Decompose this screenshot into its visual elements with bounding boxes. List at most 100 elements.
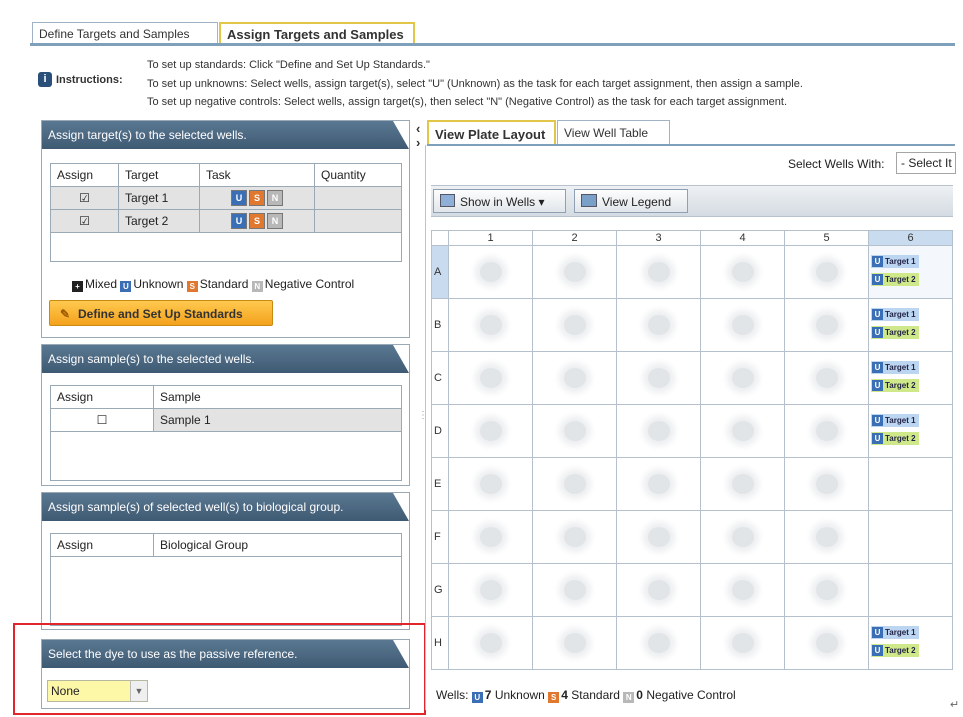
target-1-checkbox[interactable]: ☑	[50, 186, 119, 210]
well-D1[interactable]	[448, 404, 533, 458]
well-F3[interactable]	[616, 510, 701, 564]
column-header-6[interactable]: 6	[868, 230, 953, 246]
well-E5[interactable]	[784, 457, 869, 511]
column-header-5[interactable]: 5	[784, 230, 869, 246]
well-D2[interactable]	[532, 404, 617, 458]
column-header-4[interactable]: 4	[700, 230, 785, 246]
well-B5[interactable]	[784, 298, 869, 352]
well-A2[interactable]	[532, 245, 617, 299]
well-A6[interactable]: U Target 1 U Target 2	[868, 245, 953, 299]
empty-well-marker	[480, 368, 502, 388]
well-B4[interactable]	[700, 298, 785, 352]
well-H3[interactable]	[616, 616, 701, 670]
well-E3[interactable]	[616, 457, 701, 511]
standards-wand-icon: ✎	[60, 307, 71, 321]
well-G4[interactable]	[700, 563, 785, 617]
well-E4[interactable]	[700, 457, 785, 511]
well-B1[interactable]	[448, 298, 533, 352]
row-header-D[interactable]: D	[431, 404, 449, 458]
table-row[interactable]: ☑ Target 1 USN	[50, 186, 402, 210]
empty-well-marker	[564, 633, 586, 653]
splitter-handle[interactable]: ⋮	[418, 410, 428, 421]
well-G1[interactable]	[448, 563, 533, 617]
column-header-1[interactable]: 1	[448, 230, 533, 246]
well-C2[interactable]	[532, 351, 617, 405]
view-legend-button[interactable]: View Legend	[574, 189, 688, 213]
well-H5[interactable]	[784, 616, 869, 670]
well-D4[interactable]	[700, 404, 785, 458]
task-unknown-button[interactable]: U	[231, 213, 247, 229]
well-target-chip: U Target 2	[871, 273, 919, 286]
column-header-3[interactable]: 3	[616, 230, 701, 246]
quantity-cell[interactable]	[314, 209, 402, 233]
row-header-F[interactable]: F	[431, 510, 449, 564]
select-wells-dropdown[interactable]: - Select It	[896, 152, 956, 174]
define-setup-standards-button[interactable]: ✎ Define and Set Up Standards	[49, 300, 273, 326]
well-E1[interactable]	[448, 457, 533, 511]
well-G3[interactable]	[616, 563, 701, 617]
well-A5[interactable]	[784, 245, 869, 299]
well-D6[interactable]: U Target 1 U Target 2	[868, 404, 953, 458]
row-header-A[interactable]: A	[431, 245, 449, 299]
standard-label: Standard	[571, 688, 620, 702]
quantity-cell[interactable]	[314, 186, 402, 210]
well-target-label: Target 1	[885, 363, 916, 372]
table-row[interactable]: ☑ Target 2 USN	[50, 209, 402, 233]
sample-1-checkbox[interactable]: ☐	[50, 408, 154, 432]
well-A4[interactable]	[700, 245, 785, 299]
task-negative-button[interactable]: N	[267, 190, 283, 206]
column-header-2[interactable]: 2	[532, 230, 617, 246]
well-G2[interactable]	[532, 563, 617, 617]
well-H4[interactable]	[700, 616, 785, 670]
row-header-B[interactable]: B	[431, 298, 449, 352]
well-C3[interactable]	[616, 351, 701, 405]
well-G5[interactable]	[784, 563, 869, 617]
row-header-G[interactable]: G	[431, 563, 449, 617]
tab-view-well-table[interactable]: View Well Table	[557, 120, 670, 145]
well-A1[interactable]	[448, 245, 533, 299]
well-B6[interactable]: U Target 1 U Target 2	[868, 298, 953, 352]
well-A3[interactable]	[616, 245, 701, 299]
well-D5[interactable]	[784, 404, 869, 458]
well-H6[interactable]: U Target 1 U Target 2	[868, 616, 953, 670]
tab-view-plate-layout[interactable]: View Plate Layout	[427, 120, 556, 145]
standard-icon: S	[548, 692, 560, 703]
unknown-icon: U	[872, 415, 883, 426]
well-F1[interactable]	[448, 510, 533, 564]
well-F4[interactable]	[700, 510, 785, 564]
task-standard-button[interactable]: S	[249, 213, 265, 229]
tab-assign-targets-samples[interactable]: Assign Targets and Samples	[219, 22, 415, 44]
empty-well-marker	[564, 262, 586, 282]
well-C6[interactable]: U Target 1 U Target 2	[868, 351, 953, 405]
empty-well-marker	[648, 580, 670, 600]
empty-well-marker	[648, 368, 670, 388]
well-target-chip: U Target 2	[871, 432, 919, 445]
target-2-checkbox[interactable]: ☑	[50, 209, 119, 233]
well-C1[interactable]	[448, 351, 533, 405]
well-E2[interactable]	[532, 457, 617, 511]
well-E6[interactable]	[868, 457, 953, 511]
row-header-H[interactable]: H	[431, 616, 449, 670]
well-F6[interactable]	[868, 510, 953, 564]
well-H2[interactable]	[532, 616, 617, 670]
well-D3[interactable]	[616, 404, 701, 458]
task-unknown-button[interactable]: U	[231, 190, 247, 206]
well-C4[interactable]	[700, 351, 785, 405]
show-in-wells-button[interactable]: Show in Wells ▾	[433, 189, 566, 213]
row-header-C[interactable]: C	[431, 351, 449, 405]
task-negative-button[interactable]: N	[267, 213, 283, 229]
task-standard-button[interactable]: S	[249, 190, 265, 206]
well-F2[interactable]	[532, 510, 617, 564]
well-F5[interactable]	[784, 510, 869, 564]
well-B2[interactable]	[532, 298, 617, 352]
well-H1[interactable]	[448, 616, 533, 670]
legend-negative: Negative Control	[264, 277, 355, 291]
row-header-E[interactable]: E	[431, 457, 449, 511]
tab-define-targets-samples[interactable]: Define Targets and Samples	[32, 22, 218, 44]
collapse-arrows-icon[interactable]: ‹ ›	[416, 122, 420, 150]
well-B3[interactable]	[616, 298, 701, 352]
table-row[interactable]: ☐ Sample 1	[50, 408, 402, 432]
well-C5[interactable]	[784, 351, 869, 405]
empty-well-marker	[480, 474, 502, 494]
well-G6[interactable]	[868, 563, 953, 617]
